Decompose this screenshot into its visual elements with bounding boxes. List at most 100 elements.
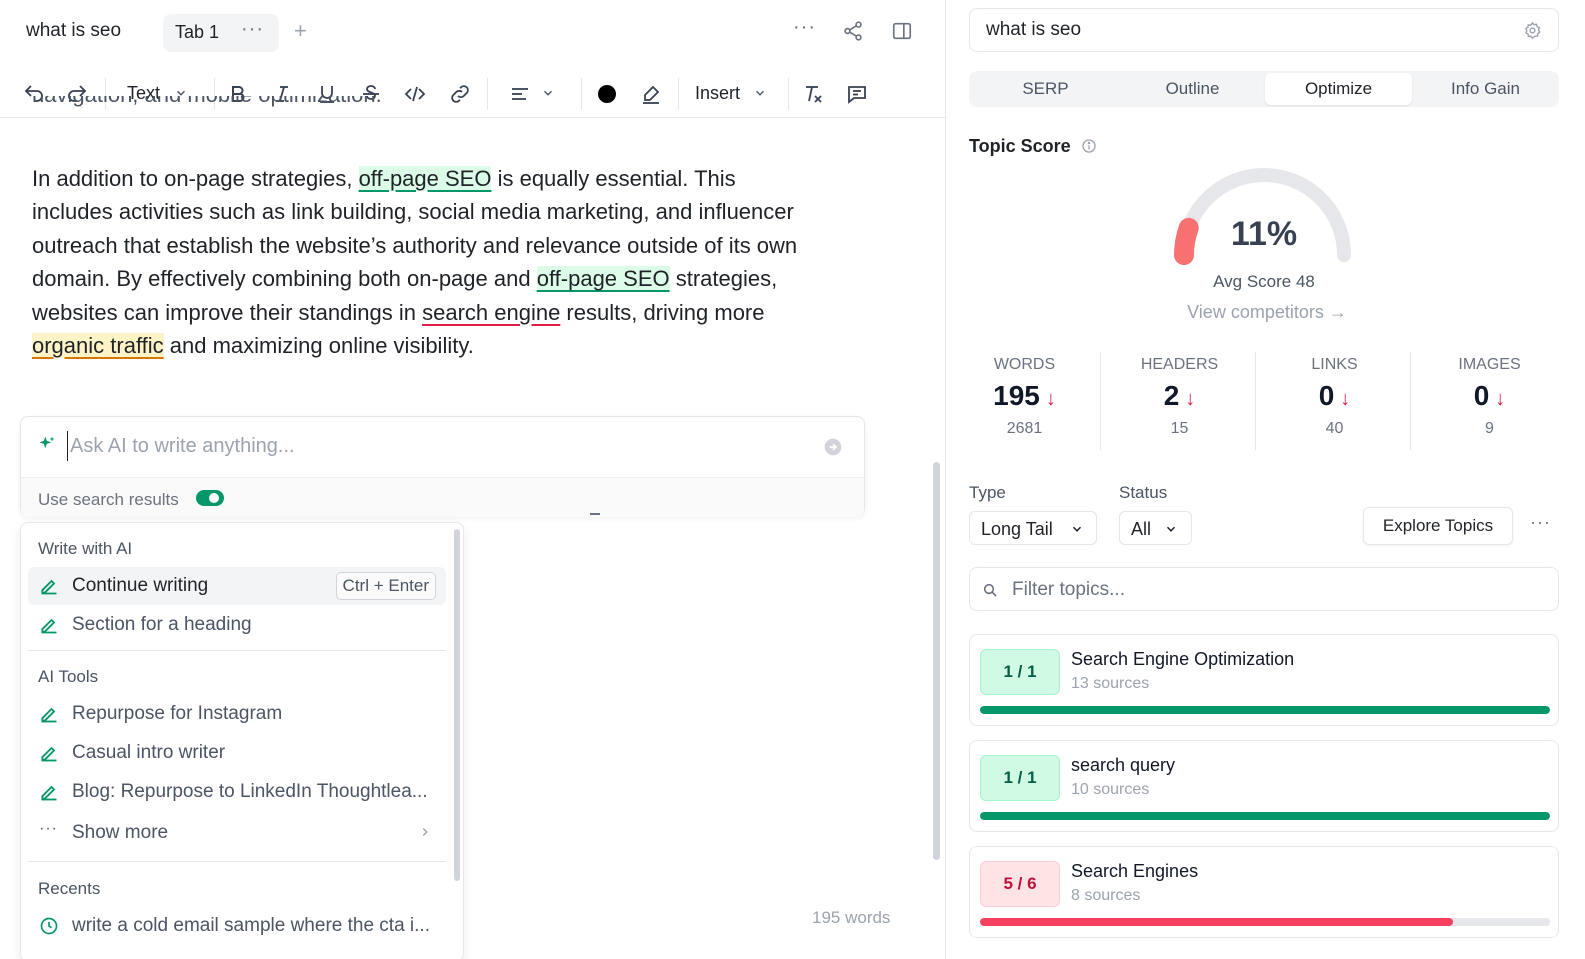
menu-scrollbar[interactable]: [454, 529, 460, 881]
toolbar-divider: [788, 78, 789, 110]
menu-item-tool[interactable]: Casual intro writer: [28, 734, 446, 772]
more-dots-icon: ···: [39, 820, 58, 837]
topic-sources: 10 sources: [1071, 781, 1150, 798]
optimize-panel: what is seo SERP Outline Optimize Info G…: [947, 0, 1585, 959]
add-tab-plus-icon[interactable]: +: [294, 20, 307, 42]
toggle-sidebar-icon[interactable]: [891, 20, 913, 42]
menu-divider: [28, 650, 446, 651]
topic-highlight[interactable]: organic traffic: [32, 333, 164, 359]
topic-score-title: Topic Score: [969, 136, 1071, 156]
menu-item-show-more[interactable]: ··· Show more: [28, 814, 446, 852]
topic-card[interactable]: 1 / 1 search query 10 sources: [969, 740, 1559, 832]
menu-item-tool[interactable]: Repurpose for Instagram: [28, 695, 446, 733]
stat-label: IMAGES: [1458, 356, 1521, 373]
comment-icon[interactable]: [845, 82, 869, 106]
info-icon[interactable]: [1081, 138, 1097, 154]
menu-divider: [28, 861, 446, 862]
topic-progress-fill: [980, 918, 1454, 926]
highlighter-icon[interactable]: [639, 82, 663, 106]
keyword-field[interactable]: what is seo: [969, 8, 1559, 52]
text-color-icon[interactable]: [595, 82, 619, 106]
chevron-down-icon[interactable]: [753, 86, 767, 100]
keyword-text: what is seo: [986, 19, 1082, 40]
status-value: All: [1131, 519, 1152, 539]
tab-optimize[interactable]: Optimize: [1265, 73, 1412, 105]
stat-label: WORDS: [993, 356, 1056, 373]
menu-item-label: Section for a heading: [72, 614, 252, 635]
type-label: Type: [969, 483, 1006, 502]
gear-icon[interactable]: [1523, 21, 1542, 40]
tab-1[interactable]: Tab 1 ···: [163, 14, 279, 52]
tab-info-gain[interactable]: Info Gain: [1412, 73, 1559, 105]
stat-divider: [1410, 352, 1411, 450]
type-value: Long Tail: [981, 519, 1053, 539]
topic-progress-bar: [980, 812, 1550, 820]
topic-name: search query: [1071, 755, 1176, 775]
word-count: 195 words: [812, 908, 891, 927]
more-options-icon[interactable]: ···: [793, 16, 816, 39]
stat-images: IMAGES 0 ↓ 9: [1412, 352, 1567, 452]
menu-item-label: Show more: [72, 822, 169, 843]
menu-item-label: Continue writing: [72, 575, 209, 596]
panel-tabs: SERP Outline Optimize Info Gain: [969, 71, 1559, 107]
menu-item-continue-writing[interactable]: Continue writing Ctrl + Enter: [28, 567, 446, 605]
stat-target: 15: [1170, 420, 1189, 437]
topic-progress-fill: [980, 706, 1550, 714]
chevron-down-icon: [1166, 526, 1176, 532]
editor-scrollbar[interactable]: [933, 462, 940, 860]
topic-highlight[interactable]: search engine: [422, 300, 560, 325]
menu-item-label: Casual intro writer: [72, 742, 226, 763]
chevron-down-icon[interactable]: [541, 86, 555, 100]
stat-target: 9: [1485, 420, 1494, 437]
pencil-icon: [41, 707, 57, 723]
document-title[interactable]: what is seo: [26, 20, 121, 42]
ai-command-menu: Write with AI Continue writing Ctrl + En…: [20, 522, 464, 959]
clear-format-icon[interactable]: [801, 82, 825, 106]
search-icon: [983, 583, 997, 597]
filter-topics-input[interactable]: [1012, 576, 1532, 604]
tab-outline[interactable]: Outline: [1119, 73, 1266, 105]
ai-prompt-input[interactable]: [67, 431, 807, 461]
menu-item-recent[interactable]: write a cold email sample where the cta …: [28, 907, 446, 945]
menu-item-tool[interactable]: Blog: Repurpose to LinkedIn Thoughtlea..…: [28, 773, 446, 811]
use-search-results-toggle[interactable]: [196, 490, 224, 506]
view-competitors-link[interactable]: View competitors →: [1127, 302, 1407, 323]
menu-item-label: Blog: Repurpose to LinkedIn Thoughtlea..…: [72, 781, 428, 802]
menu-item-label: write a cold email sample where the cta …: [72, 915, 430, 936]
cursor-mark: [590, 513, 600, 515]
menu-item-section-heading[interactable]: Section for a heading: [28, 606, 446, 644]
use-search-results-label: Use search results: [38, 490, 179, 509]
stat-label: HEADERS: [1140, 356, 1219, 373]
paragraph-text: In addition to on-page strategies,: [32, 166, 359, 191]
stat-divider: [1255, 352, 1256, 450]
more-options-icon[interactable]: ···: [1530, 512, 1551, 533]
pencil-icon: [41, 618, 57, 634]
arrow-down-icon: ↓: [1340, 388, 1351, 410]
status-dropdown[interactable]: All: [1119, 511, 1192, 545]
chevron-down-icon: [1072, 526, 1082, 532]
explore-topics-button[interactable]: Explore Topics: [1363, 507, 1513, 545]
stat-value: 195: [993, 380, 1040, 411]
topic-card[interactable]: 1 / 1 Search Engine Optimization 13 sour…: [969, 634, 1559, 726]
stat-value: 2: [1163, 380, 1180, 411]
editor-topbar: what is seo Tab 1 ··· + ···: [0, 0, 945, 62]
topic-highlight[interactable]: off-page SEO: [536, 266, 670, 292]
editor-pane: what is seo Tab 1 ··· + ··· Text Insert …: [0, 0, 946, 959]
avg-score: Avg Score 48: [1213, 272, 1315, 291]
document-paragraph[interactable]: In addition to on-page strategies, off-p…: [32, 162, 812, 362]
arrow-down-icon: ↓: [1045, 388, 1056, 410]
type-dropdown[interactable]: Long Tail: [969, 511, 1097, 545]
send-icon[interactable]: [823, 437, 843, 457]
topic-highlight[interactable]: off-page SEO: [358, 166, 492, 191]
tab-serp[interactable]: SERP: [972, 73, 1119, 105]
share-icon[interactable]: [842, 20, 864, 42]
topic-usage-badge: 1 / 1: [980, 649, 1060, 695]
topic-card[interactable]: 5 / 6 Search Engines 8 sources: [969, 846, 1559, 938]
tab-more-icon[interactable]: ···: [241, 18, 264, 41]
tab-label: Tab 1: [175, 22, 220, 42]
pencil-icon: [41, 579, 57, 595]
status-label: Status: [1119, 483, 1168, 502]
insert-dropdown[interactable]: Insert: [695, 83, 740, 104]
stat-value: 0: [1318, 380, 1335, 411]
menu-item-label: Repurpose for Instagram: [72, 703, 283, 724]
